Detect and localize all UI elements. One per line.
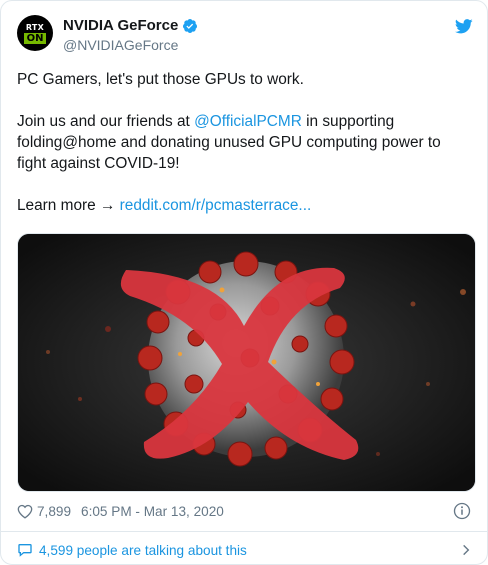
tweet-image[interactable] [17,233,476,492]
twitter-bird-icon[interactable] [455,19,473,34]
author-handle[interactable]: @NVIDIAGeForce [63,36,198,54]
chevron-right-icon[interactable] [459,543,473,557]
author-block[interactable]: NVIDIA GeForce @NVIDIAGeForce [63,16,198,54]
mention-officialpcmr-link[interactable]: @OfficialPCMR [194,113,302,130]
avatar-rtx-text: RTX [25,22,45,32]
talking-count-text[interactable]: 4,599 people are talking about this [39,543,247,558]
tweet-paragraph-2: Join us and our friends at @OfficialPCMR… [17,111,469,174]
learn-more-text: Learn more → [17,197,120,214]
like-button[interactable]: 7,899 [17,504,71,519]
coronavirus-image [18,234,475,491]
conversation-link[interactable]: 4,599 people are talking about this [17,539,473,561]
avatar-on-text: ON [23,32,47,44]
like-count: 7,899 [37,503,72,519]
author-display-name-row[interactable]: NVIDIA GeForce [63,16,198,35]
speech-bubble-icon [17,542,33,558]
tweet-card[interactable]: RTX ON NVIDIA GeForce @NVIDIAGeForce PC … [0,0,488,565]
info-icon[interactable] [453,502,471,520]
tweet-meta: 7,899 6:05 PM - Mar 13, 2020 [17,499,471,523]
heart-icon [17,504,33,519]
tweet-text: PC Gamers, let's put those GPUs to work.… [17,69,469,237]
divider [1,531,487,532]
verified-badge-icon [183,18,198,33]
avatar[interactable]: RTX ON [17,15,53,51]
tweet-line-1: PC Gamers, let's put those GPUs to work. [17,71,304,88]
tweet-header: RTX ON NVIDIA GeForce @NVIDIAGeForce [17,15,473,59]
tweet-p2-before: Join us and our friends at [17,113,195,130]
author-display-name[interactable]: NVIDIA GeForce [63,16,178,35]
tweet-paragraph-3: Learn more → reddit.com/r/pcmasterrace..… [17,195,469,216]
reddit-link[interactable]: reddit.com/r/pcmasterrace... [120,197,312,214]
tweet-timestamp[interactable]: 6:05 PM - Mar 13, 2020 [81,504,224,519]
